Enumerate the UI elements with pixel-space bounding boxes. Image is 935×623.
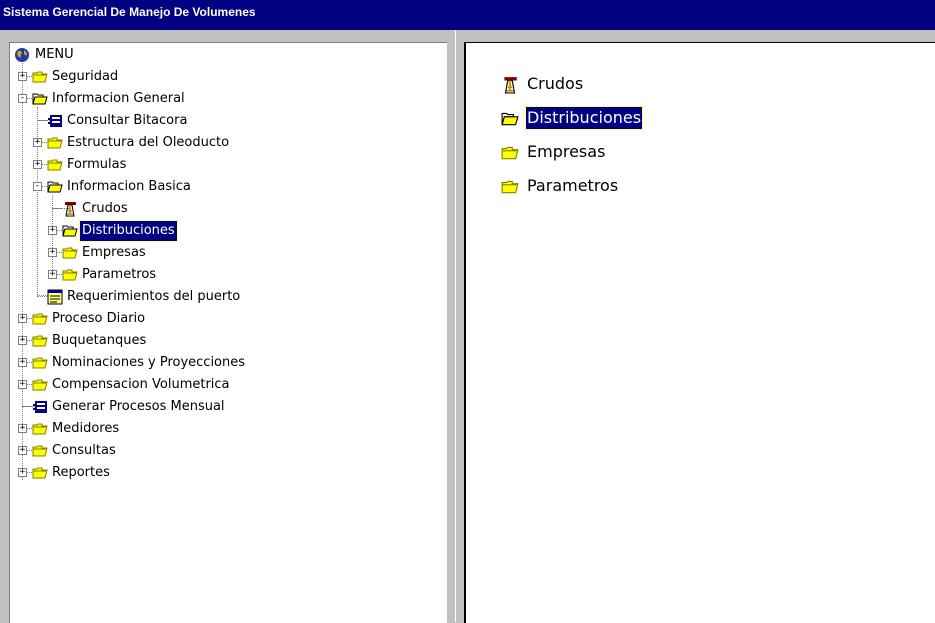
expand-icon[interactable]: + <box>18 446 27 455</box>
form-icon <box>47 113 63 129</box>
tree-item-label: Informacion Basica <box>67 179 191 194</box>
tree-item[interactable]: Consultar Bitacora <box>10 110 440 132</box>
tree-item[interactable]: + Buquetanques <box>10 330 440 352</box>
tree-item-label: Proceso Diario <box>52 311 146 326</box>
tree-item[interactable]: - Informacion Basica <box>10 176 440 198</box>
window-title: Sistema Gerencial De Manejo De Volumenes <box>3 5 256 19</box>
expand-icon[interactable]: + <box>18 336 27 345</box>
tree-item-label: Compensacion Volumetrica <box>52 377 230 392</box>
tree-item-label: Informacion General <box>52 91 185 106</box>
window-title-bar: Sistema Gerencial De Manejo De Volumenes <box>0 0 935 30</box>
folder-icon <box>32 69 48 85</box>
collapse-icon[interactable]: - <box>33 182 42 191</box>
content-list-pane[interactable]: Crudos Distribuciones Empresas Parametros <box>464 42 935 623</box>
folder-icon <box>47 157 63 173</box>
list-item-label: Crudos <box>527 74 584 93</box>
folder-icon <box>62 245 78 261</box>
tree-item-label: Consultar Bitacora <box>67 113 188 128</box>
folder-icon <box>32 443 48 459</box>
folder-open-icon <box>62 223 78 239</box>
expand-icon[interactable]: + <box>48 270 57 279</box>
tree-item-label: Generar Procesos Mensual <box>52 399 225 414</box>
expand-icon[interactable]: + <box>18 314 27 323</box>
list-item-label: Empresas <box>527 142 606 161</box>
tree-item[interactable]: + Estructura del Oleoducto <box>10 132 440 154</box>
tree-item-label: Medidores <box>52 421 120 436</box>
expand-icon[interactable]: + <box>18 468 27 477</box>
folder-icon <box>47 135 63 151</box>
expand-icon[interactable]: + <box>18 380 27 389</box>
tree-root-label: MENU <box>35 47 74 62</box>
folder-icon <box>62 267 78 283</box>
tree-guide-line <box>37 296 47 297</box>
collapse-icon[interactable]: - <box>18 94 27 103</box>
oil-derrick-icon <box>501 76 519 94</box>
globe-icon <box>14 47 30 63</box>
menu-tree[interactable]: MENU + Seguridad - Informacion General Consu… <box>9 42 447 623</box>
tree-item[interactable]: + Nominaciones y Proyecciones <box>10 352 440 374</box>
tree-item-label: Empresas <box>82 245 146 260</box>
tree-item-label: Reportes <box>52 465 110 480</box>
report-icon <box>47 289 63 305</box>
tree-item[interactable]: + Consultas <box>10 440 440 462</box>
expand-icon[interactable]: + <box>33 160 42 169</box>
folder-icon <box>32 421 48 437</box>
tree-item-label: Parametros <box>82 267 157 282</box>
tree-item-label: Consultas <box>52 443 116 458</box>
expand-icon[interactable]: + <box>18 358 27 367</box>
tree-item[interactable]: - Informacion General <box>10 88 440 110</box>
folder-icon <box>501 144 519 162</box>
expand-icon[interactable]: + <box>18 424 27 433</box>
tree-item[interactable]: + Seguridad <box>10 66 440 88</box>
expand-icon[interactable]: + <box>18 72 27 81</box>
tree-item-label: Nominaciones y Proyecciones <box>52 355 246 370</box>
tree-item-label: Distribuciones <box>79 220 178 242</box>
tree-item-label: Estructura del Oleoducto <box>67 135 230 150</box>
tree-item[interactable]: + Distribuciones <box>10 220 440 242</box>
pane-splitter[interactable] <box>455 30 464 622</box>
expand-icon[interactable]: + <box>33 138 42 147</box>
oil-derrick-icon <box>62 201 78 217</box>
folder-icon <box>32 377 48 393</box>
list-item-label: Distribuciones <box>524 106 644 130</box>
tree-item[interactable]: Requerimientos del puerto <box>10 286 440 308</box>
list-item-label: Parametros <box>527 176 619 195</box>
expand-icon[interactable]: + <box>48 226 57 235</box>
tree-item[interactable]: Generar Procesos Mensual <box>10 396 440 418</box>
tree-item-label: Buquetanques <box>52 333 147 348</box>
tree-item[interactable]: + Proceso Diario <box>10 308 440 330</box>
tree-guide-line <box>22 406 32 407</box>
tree-item[interactable]: + Parametros <box>10 264 440 286</box>
folder-icon <box>501 178 519 196</box>
tree-item[interactable]: + Reportes <box>10 462 440 484</box>
tree-item-label: Formulas <box>67 157 127 172</box>
folder-open-icon <box>501 110 519 128</box>
tree-item[interactable]: + Medidores <box>10 418 440 440</box>
tree-item-label: Requerimientos del puerto <box>67 289 241 304</box>
form-icon <box>32 399 48 415</box>
folder-icon <box>32 355 48 371</box>
tree-item[interactable]: + Formulas <box>10 154 440 176</box>
tree-guide-line <box>37 120 47 121</box>
tree-item-label: Crudos <box>82 201 128 216</box>
folder-open-icon <box>47 179 63 195</box>
folder-icon <box>32 465 48 481</box>
tree-guide-line <box>52 208 62 209</box>
tree-item[interactable]: + Empresas <box>10 242 440 264</box>
folder-open-icon <box>32 91 48 107</box>
tree-item[interactable]: + Compensacion Volumetrica <box>10 374 440 396</box>
tree-item-label: Seguridad <box>52 69 119 84</box>
folder-icon <box>32 333 48 349</box>
tree-item[interactable]: Crudos <box>10 198 440 220</box>
folder-icon <box>32 311 48 327</box>
expand-icon[interactable]: + <box>48 248 57 257</box>
